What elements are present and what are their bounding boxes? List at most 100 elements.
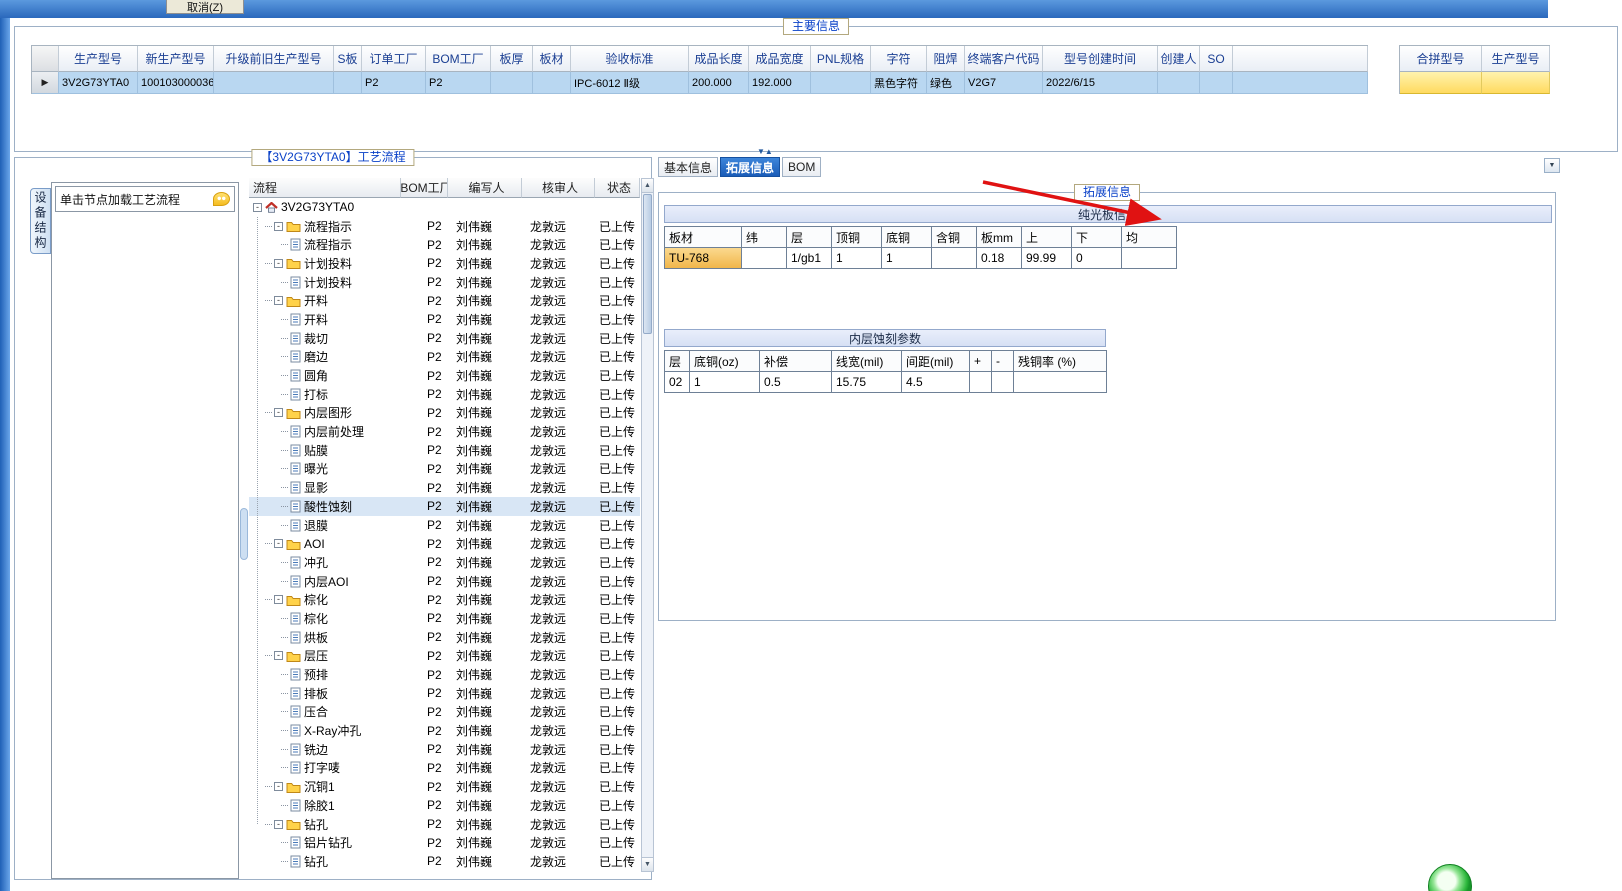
tree-node-label[interactable]: 钻孔 bbox=[304, 816, 328, 833]
main-col-header[interactable]: 创建人 bbox=[1158, 46, 1200, 72]
grid-data-cell[interactable] bbox=[970, 372, 992, 393]
tree-node-row[interactable]: - 3V2G73YTA0 bbox=[249, 198, 640, 217]
grid-data-row[interactable]: 02 1 0.5 15.75 4.5 bbox=[665, 372, 1107, 393]
grid-col-header[interactable]: 线宽(mil) bbox=[832, 351, 902, 372]
merge-data-cell[interactable] bbox=[1400, 72, 1482, 94]
tree-node-label[interactable]: 打标 bbox=[304, 386, 328, 403]
main-col-header[interactable]: 验收标准 bbox=[571, 46, 689, 72]
tree-expander-icon[interactable]: - bbox=[274, 296, 283, 306]
main-col-header[interactable]: 板材 bbox=[533, 46, 571, 72]
tree-col-header[interactable]: BOM工厂 bbox=[401, 178, 448, 198]
main-data-cell[interactable]: 10010300003632 bbox=[138, 72, 214, 94]
grid-data-cell[interactable]: 0 bbox=[1072, 248, 1122, 269]
main-data-cell[interactable]: 绿色 bbox=[927, 72, 965, 94]
tree-expander-icon[interactable]: - bbox=[274, 539, 283, 549]
tree-node-label[interactable]: 钻孔 bbox=[304, 853, 328, 870]
tree-node-row[interactable]: 贴膜 P2 刘伟巍 龙敦远 已上传 bbox=[249, 441, 640, 460]
grid-data-row[interactable]: TU-768 1/gb1 1 1 0.18 99.99 0 bbox=[665, 248, 1177, 269]
tree-expander-icon[interactable]: - bbox=[274, 408, 283, 418]
main-data-cell[interactable]: P2 bbox=[362, 72, 426, 94]
grid-data-cell[interactable] bbox=[742, 248, 787, 269]
main-data-cell[interactable] bbox=[533, 72, 571, 94]
tree-node-row[interactable]: - 计划投料 P2 刘伟巍 龙敦远 已上传 bbox=[249, 254, 640, 273]
tree-node-label[interactable]: 流程指示 bbox=[304, 218, 352, 235]
main-data-cell[interactable] bbox=[811, 72, 871, 94]
tree-node-row[interactable]: 钻孔 P2 刘伟巍 龙敦远 已上传 bbox=[249, 852, 640, 871]
tree-node-row[interactable]: 计划投料 P2 刘伟巍 龙敦远 已上传 bbox=[249, 273, 640, 292]
splitter-collapse-arrows-icon[interactable]: ▼▲ bbox=[757, 147, 773, 156]
grid-data-cell[interactable]: 1 bbox=[832, 248, 882, 269]
tree-node-label[interactable]: 贴膜 bbox=[304, 442, 328, 459]
tree-node-row[interactable]: 冲孔 P2 刘伟巍 龙敦远 已上传 bbox=[249, 553, 640, 572]
tree-node-row[interactable]: - AOI P2 刘伟巍 龙敦远 已上传 bbox=[249, 534, 640, 553]
grid-data-cell[interactable] bbox=[992, 372, 1014, 393]
tree-node-label[interactable]: 开料 bbox=[304, 292, 328, 309]
tree-expander-icon[interactable]: - bbox=[274, 819, 283, 829]
tree-node-row[interactable]: 排板 P2 刘伟巍 龙敦远 已上传 bbox=[249, 684, 640, 703]
tree-col-header[interactable]: 编写人 bbox=[448, 178, 522, 198]
main-data-cell[interactable]: IPC-6012 Ⅱ级 bbox=[571, 72, 689, 94]
grid-data-cell[interactable]: 1 bbox=[882, 248, 932, 269]
tree-node-row[interactable]: - 层压 P2 刘伟巍 龙敦远 已上传 bbox=[249, 647, 640, 666]
grid-data-cell[interactable]: 0.18 bbox=[977, 248, 1022, 269]
tree-expander-icon[interactable]: - bbox=[253, 202, 262, 212]
grid-data-cell[interactable]: 1 bbox=[690, 372, 760, 393]
tree-node-row[interactable]: - 内层图形 P2 刘伟巍 龙敦远 已上传 bbox=[249, 404, 640, 423]
grid-col-header[interactable]: 补偿 bbox=[760, 351, 832, 372]
tree-node-label[interactable]: 流程指示 bbox=[304, 236, 352, 253]
row-selector-header[interactable] bbox=[32, 46, 59, 72]
tree-node-label[interactable]: 计划投料 bbox=[304, 274, 352, 291]
tree-expander-icon[interactable]: - bbox=[274, 595, 283, 605]
tree-node-label[interactable]: 预排 bbox=[304, 666, 328, 683]
tree-node-label[interactable]: 内层AOI bbox=[304, 573, 349, 590]
main-col-header[interactable]: 升级前旧生产型号 bbox=[214, 46, 334, 72]
grid-data-cell[interactable]: 99.99 bbox=[1022, 248, 1072, 269]
tree-node-row[interactable]: - 开料 P2 刘伟巍 龙敦远 已上传 bbox=[249, 291, 640, 310]
tree-node-label[interactable]: 曝光 bbox=[304, 460, 328, 477]
scroll-thumb[interactable] bbox=[643, 194, 652, 334]
tree-node-row[interactable]: 除胶1 P2 刘伟巍 龙敦远 已上传 bbox=[249, 796, 640, 815]
tree-node-label[interactable]: 沉铜1 bbox=[304, 778, 335, 795]
main-data-cell[interactable]: V2G7 bbox=[965, 72, 1043, 94]
main-col-header[interactable]: 阻焊 bbox=[927, 46, 965, 72]
tree-node-label[interactable]: 排板 bbox=[304, 685, 328, 702]
tree-expander-icon[interactable]: - bbox=[274, 258, 283, 268]
tree-node-row[interactable]: 磨边 P2 刘伟巍 龙敦远 已上传 bbox=[249, 348, 640, 367]
main-data-cell[interactable] bbox=[214, 72, 334, 94]
tree-node-row[interactable]: 预排 P2 刘伟巍 龙敦远 已上传 bbox=[249, 665, 640, 684]
main-grid-data-row[interactable]: ▶3V2G73YTA010010300003632 P2P2 IPC-6012 Ⅱ级… bbox=[32, 72, 1368, 94]
main-col-header[interactable]: 生产型号 bbox=[59, 46, 138, 72]
tree-node-label[interactable]: X-Ray冲孔 bbox=[304, 722, 361, 739]
main-col-header[interactable]: SO bbox=[1200, 46, 1233, 72]
tree-node-label[interactable]: 内层前处理 bbox=[304, 423, 364, 440]
grid-col-header[interactable]: - bbox=[992, 351, 1014, 372]
grid-data-cell[interactable]: TU-768 bbox=[665, 248, 742, 269]
main-col-header[interactable]: 型号创建时间 bbox=[1043, 46, 1158, 72]
main-data-cell[interactable]: 200.000 bbox=[689, 72, 749, 94]
tree-node-row[interactable]: - 沉铜1 P2 刘伟巍 龙敦远 已上传 bbox=[249, 777, 640, 796]
grid-col-header[interactable]: 底铜 bbox=[882, 227, 932, 248]
tree-expander-icon[interactable]: - bbox=[274, 782, 283, 792]
grid-col-header[interactable]: 残铜率 (%) bbox=[1014, 351, 1107, 372]
tree-node-row[interactable]: 流程指示 P2 刘伟巍 龙敦远 已上传 bbox=[249, 235, 640, 254]
main-col-header[interactable]: BOM工厂 bbox=[426, 46, 491, 72]
tree-col-header[interactable]: 流程 bbox=[249, 178, 401, 198]
scroll-up-icon[interactable]: ▲ bbox=[642, 179, 653, 193]
tree-node-row[interactable]: 铣边 P2 刘伟巍 龙敦远 已上传 bbox=[249, 740, 640, 759]
grid-col-header[interactable]: 层 bbox=[665, 351, 690, 372]
tree-node-row[interactable]: - 棕化 P2 刘伟巍 龙敦远 已上传 bbox=[249, 590, 640, 609]
grid-col-header[interactable]: 纬 bbox=[742, 227, 787, 248]
tree-node-label[interactable]: 打字唛 bbox=[304, 759, 340, 776]
main-data-cell[interactable]: 3V2G73YTA0 bbox=[59, 72, 138, 94]
tree-node-row[interactable]: 曝光 P2 刘伟巍 龙敦远 已上传 bbox=[249, 460, 640, 479]
cancel-button-fragment[interactable]: 取消(Z) bbox=[166, 0, 244, 14]
tree-node-label[interactable]: 圆角 bbox=[304, 367, 328, 384]
tree-node-row[interactable]: 显影 P2 刘伟巍 龙敦远 已上传 bbox=[249, 478, 640, 497]
tree-node-label[interactable]: 冲孔 bbox=[304, 554, 328, 571]
device-structure-tab[interactable]: 设备结构 bbox=[30, 188, 51, 254]
tree-node-label[interactable]: 棕化 bbox=[304, 610, 328, 627]
grid-data-cell[interactable] bbox=[932, 248, 977, 269]
splitter-handle[interactable] bbox=[240, 508, 248, 560]
tab-extended-info[interactable]: 拓展信息 bbox=[720, 157, 781, 177]
tree-node-label[interactable]: 铝片钻孔 bbox=[304, 834, 352, 851]
